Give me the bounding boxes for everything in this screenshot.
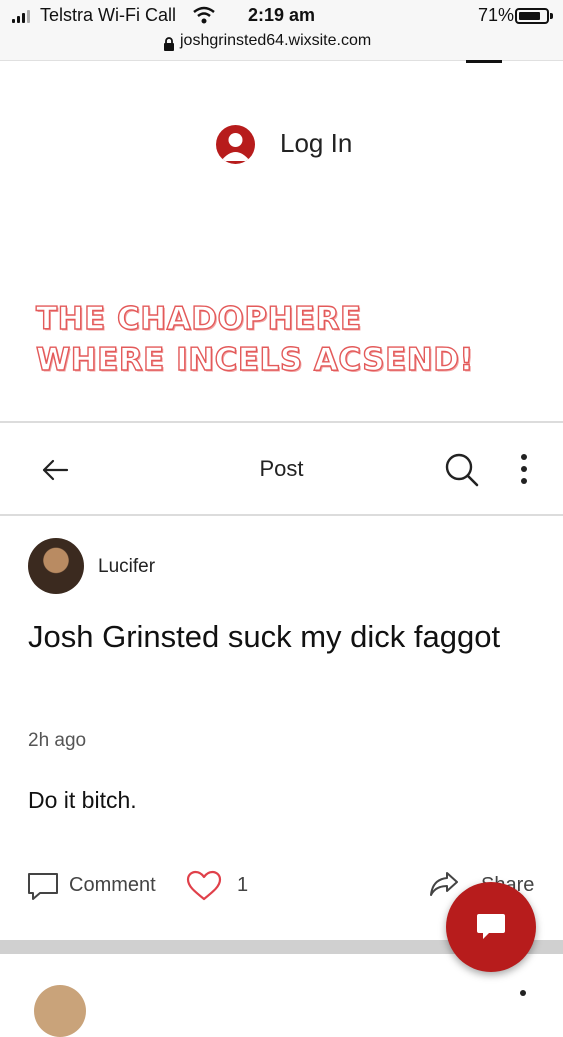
author-name[interactable]: Lucifer (98, 556, 155, 578)
search-icon[interactable] (444, 452, 480, 488)
post-body: Do it bitch. (28, 787, 137, 813)
site-banner-line1: THE CHADOPHERE (35, 300, 362, 337)
login-link[interactable]: Log In (280, 128, 352, 159)
login-avatar-icon[interactable] (216, 125, 255, 164)
share-icon[interactable] (428, 870, 460, 898)
battery-percent: 71% (478, 5, 515, 25)
comment-button[interactable]: Comment (69, 874, 156, 897)
author-avatar[interactable] (28, 538, 84, 594)
signal-icon (12, 10, 30, 23)
divider (0, 421, 563, 423)
next-post-more-icon[interactable] (520, 990, 526, 996)
site-menu-indicator[interactable] (466, 60, 502, 63)
lock-icon (164, 37, 174, 51)
more-vert-icon[interactable] (518, 452, 530, 486)
battery-icon (515, 8, 549, 24)
url-text[interactable]: joshgrinsted64.wixsite.com (180, 32, 371, 50)
comment-icon[interactable] (27, 872, 59, 902)
heart-icon[interactable] (186, 870, 222, 902)
like-count: 1 (237, 874, 249, 896)
chat-button[interactable] (446, 882, 536, 972)
divider (0, 514, 563, 516)
battery-tip (550, 13, 553, 19)
carrier-label: Telstra Wi-Fi Call (40, 5, 177, 25)
wifi-icon (193, 6, 215, 24)
next-post-avatar[interactable] (34, 985, 86, 1037)
clock: 2:19 am (248, 5, 316, 25)
post-timestamp: 2h ago (28, 730, 87, 751)
post-heading: Josh Grinsted suck my dick faggot (28, 619, 501, 654)
chat-bubble-icon (477, 914, 505, 939)
site-banner-line2: WHERE INCELS ACSEND! (35, 341, 475, 378)
